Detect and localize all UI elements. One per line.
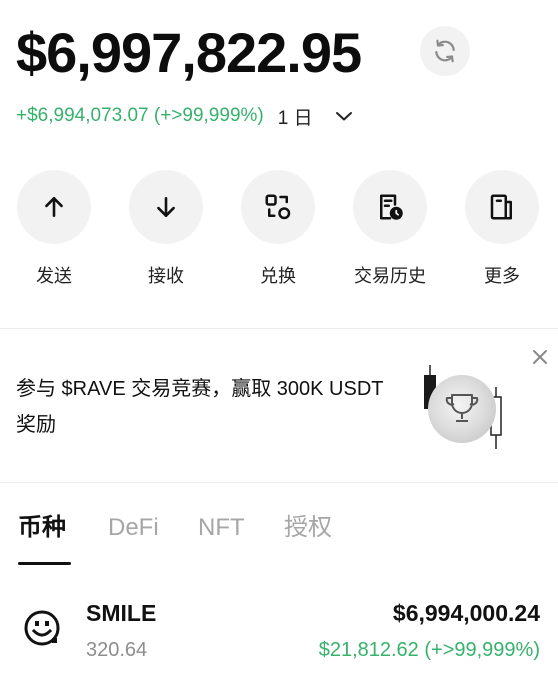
history-label: 交易历史	[354, 266, 426, 286]
asset-change: $21,812.62 (+>99,999%)	[318, 639, 540, 661]
chevron-down-icon[interactable]	[335, 110, 353, 122]
tab-nft[interactable]: NFT	[198, 512, 245, 544]
close-icon[interactable]	[530, 347, 550, 367]
balance-change-row: +$6,994,073.07 (+>99,999%) 1 日	[16, 102, 353, 130]
receive-button[interactable]: 接收	[121, 170, 211, 288]
receive-circle[interactable]	[129, 170, 203, 244]
refresh-icon	[435, 39, 455, 63]
tab-defi[interactable]: DeFi	[108, 512, 159, 544]
send-label: 发送	[36, 266, 72, 286]
swap-label: 兑换	[260, 266, 296, 286]
asset-value: $6,994,000.24	[392, 600, 540, 626]
arrow-up-icon	[45, 197, 63, 217]
more-circle[interactable]	[465, 170, 539, 244]
swap-button[interactable]: 兑换	[233, 170, 323, 288]
send-button[interactable]: 发送	[9, 170, 99, 288]
history-button[interactable]: 交易历史	[345, 170, 435, 288]
arrow-down-icon	[157, 197, 175, 217]
asset-name: SMILE	[86, 600, 157, 626]
receive-label: 接收	[148, 266, 184, 286]
asset-tabs: 币种 DeFi NFT 授权	[0, 500, 558, 568]
promo-text: 参与 $RAVE 交易竞赛，赢取 300K USDT 奖励	[16, 378, 384, 436]
asset-row[interactable]: SMILE 320.64 $6,994,000.24 $21,812.62 (+…	[0, 588, 558, 668]
swap-icon	[265, 194, 291, 220]
history-icon	[380, 194, 403, 220]
history-circle[interactable]	[353, 170, 427, 244]
active-tab-indicator	[18, 562, 71, 565]
promo-banner[interactable]: 参与 $RAVE 交易竞赛，赢取 300K USDT 奖励	[0, 329, 558, 481]
more-icon	[490, 194, 512, 220]
total-balance: $6,997,822.95	[16, 21, 362, 84]
send-circle[interactable]	[17, 170, 91, 244]
balance-change: +$6,994,073.07 (+>99,999%)	[16, 105, 264, 126]
quick-actions: 发送 接收 兑换 交易历史 更多	[0, 170, 558, 300]
more-button[interactable]: 更多	[457, 170, 547, 288]
smile-token-icon	[24, 610, 60, 646]
tab-tokens[interactable]: 币种	[18, 512, 66, 544]
swap-circle[interactable]	[241, 170, 315, 244]
trophy-candlestick-illustration	[418, 357, 510, 457]
refresh-button[interactable]	[420, 26, 470, 76]
asset-quantity: 320.64	[86, 639, 148, 661]
tab-approvals[interactable]: 授权	[284, 512, 332, 544]
period-selector[interactable]: 1 日	[278, 103, 313, 130]
more-label: 更多	[484, 266, 520, 286]
divider	[0, 482, 558, 483]
